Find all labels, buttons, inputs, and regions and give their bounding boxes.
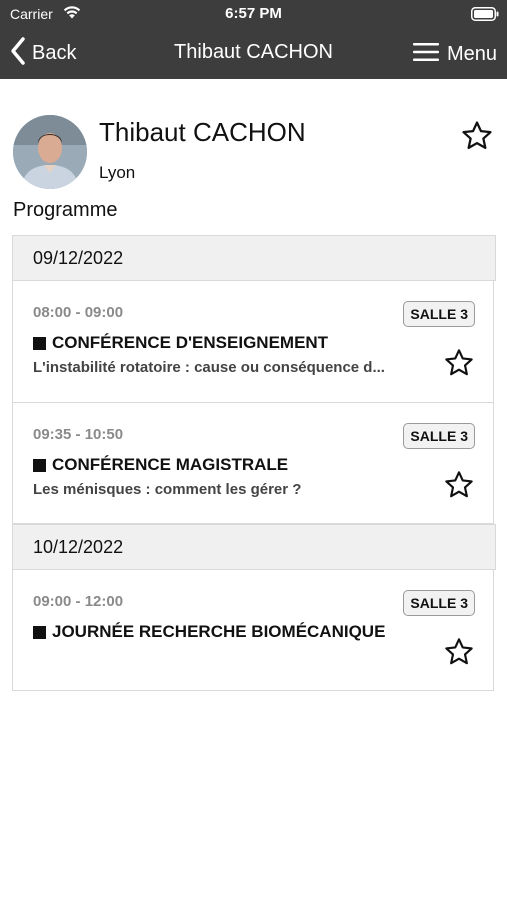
session-card[interactable]: 08:00 - 09:00 SALLE 3 CONFÉRENCE D'ENSEI… — [12, 281, 494, 403]
date-header: 09/12/2022 — [12, 235, 496, 281]
session-type-label: CONFÉRENCE MAGISTRALE — [52, 455, 289, 474]
session-type: CONFÉRENCE MAGISTRALE — [33, 455, 288, 475]
room-badge: SALLE 3 — [403, 590, 475, 616]
session-type: CONFÉRENCE D'ENSEIGNEMENT — [33, 333, 328, 353]
session-time: 08:00 - 09:00 — [33, 304, 124, 321]
favorite-speaker-star-icon[interactable] — [460, 119, 494, 153]
menu-label: Menu — [446, 42, 497, 65]
avatar — [13, 115, 87, 189]
square-bullet-icon — [33, 336, 46, 350]
session-time: 09:35 - 10:50 — [33, 426, 124, 443]
nav-bar: Back Thibaut CACHON Menu — [0, 28, 507, 79]
square-bullet-icon — [33, 458, 46, 472]
date-label: 09/12/2022 — [33, 248, 124, 268]
favorite-session-star-icon[interactable] — [443, 469, 475, 501]
session-type: JOURNÉE RECHERCHE BIOMÉCANIQUE — [33, 622, 385, 642]
room-badge: SALLE 3 — [403, 423, 475, 449]
speaker-name: Thibaut CACHON — [99, 117, 306, 147]
hamburger-menu-icon — [412, 42, 439, 67]
session-description: L'instabilité rotatoire : cause ou consé… — [33, 359, 385, 376]
session-type-label: CONFÉRENCE D'ENSEIGNEMENT — [52, 333, 329, 352]
status-time: 6:57 PM — [225, 5, 282, 22]
favorite-session-star-icon[interactable] — [443, 636, 475, 668]
date-label: 10/12/2022 — [33, 537, 124, 557]
programme-section-title: Programme — [13, 199, 118, 221]
session-time: 09:00 - 12:00 — [33, 593, 124, 610]
date-header: 10/12/2022 — [12, 524, 496, 570]
speaker-city: Lyon — [99, 163, 136, 182]
session-type-label: JOURNÉE RECHERCHE BIOMÉCANIQUE — [52, 622, 386, 641]
session-card[interactable]: 09:35 - 10:50 SALLE 3 CONFÉRENCE MAGISTR… — [12, 403, 494, 524]
status-bar: Carrier 6:57 PM — [0, 0, 507, 28]
session-description: Les ménisques : comment les gérer ? — [33, 481, 302, 498]
favorite-session-star-icon[interactable] — [443, 347, 475, 379]
room-badge: SALLE 3 — [403, 301, 475, 327]
session-card[interactable]: 09:00 - 12:00 SALLE 3 JOURNÉE RECHERCHE … — [12, 570, 494, 691]
battery-icon — [471, 7, 499, 26]
speaker-profile: Thibaut CACHON Lyon Programme — [0, 79, 507, 229]
menu-button[interactable]: Menu — [412, 39, 497, 69]
square-bullet-icon — [33, 625, 46, 639]
